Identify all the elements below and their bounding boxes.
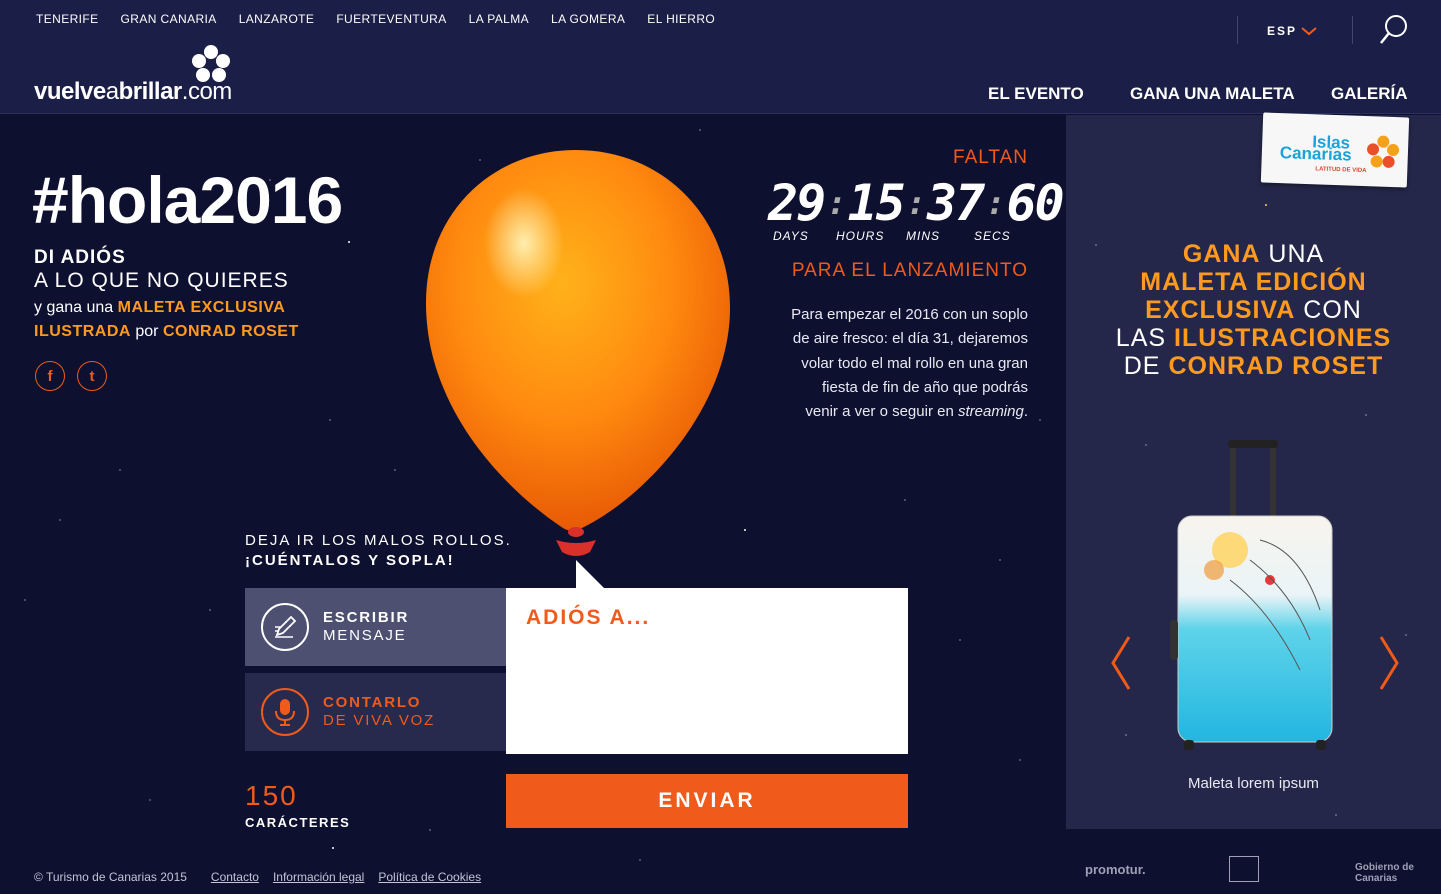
island-link-gran-canaria[interactable]: GRAN CANARIA bbox=[121, 12, 217, 26]
footer-link-legal[interactable]: Información legal bbox=[273, 870, 364, 884]
twitter-icon[interactable]: t bbox=[77, 361, 107, 391]
mins-label: MINS bbox=[906, 229, 940, 243]
form-subheading: ¡CUÉNTALOS Y SOPLA! bbox=[245, 552, 455, 569]
promotur-logo: promotur. bbox=[1085, 862, 1146, 877]
prize-panel: Islas Canarias LATITUD DE VIDA GANA UNA … bbox=[1066, 112, 1441, 829]
carousel-next-icon[interactable] bbox=[1378, 635, 1400, 704]
language-label: ESP bbox=[1267, 24, 1298, 38]
countdown-heading: FALTAN bbox=[953, 147, 1028, 168]
canarias-sun-icon bbox=[1367, 135, 1400, 168]
divider bbox=[1352, 16, 1353, 44]
character-count: 150 bbox=[245, 780, 298, 811]
eu-flag-icon bbox=[1229, 856, 1259, 882]
chevron-down-icon bbox=[1301, 27, 1317, 36]
days-label: DAYS bbox=[773, 229, 809, 243]
send-button[interactable]: ENVIAR bbox=[506, 774, 908, 828]
nav-gana-una-maleta[interactable]: GANA UNA MALETA bbox=[1130, 84, 1295, 104]
gobierno-canarias-logo: Gobierno de Canarias bbox=[1355, 862, 1414, 884]
island-link-el-hierro[interactable]: EL HIERRO bbox=[647, 12, 715, 26]
copyright-text: © Turismo de Canarias 2015 bbox=[34, 870, 187, 884]
hero-line-2: A LO QUE NO QUIERES bbox=[34, 269, 289, 292]
form-heading: DEJA IR LOS MALOS ROLLOS. bbox=[245, 532, 512, 549]
suitcase-caption: Maleta lorem ipsum bbox=[1188, 775, 1319, 792]
voice-message-option[interactable]: CONTARLO DE VIVA VOZ bbox=[245, 673, 506, 751]
language-selector[interactable]: ESP bbox=[1267, 24, 1317, 38]
balloon-illustration bbox=[426, 150, 730, 556]
site-footer: © Turismo de Canarias 2015 Contacto Info… bbox=[34, 870, 481, 884]
character-count-label: CARÁCTERES bbox=[245, 815, 351, 830]
island-link-tenerife[interactable]: TENERIFE bbox=[36, 12, 99, 26]
nav-galeria[interactable]: GALERÍA bbox=[1331, 84, 1408, 104]
microphone-icon bbox=[261, 688, 309, 736]
carousel-prev-icon[interactable] bbox=[1110, 635, 1132, 704]
site-header: TENERIFE GRAN CANARIA LANZAROTE FUERTEVE… bbox=[0, 0, 1441, 114]
island-link-la-palma[interactable]: LA PALMA bbox=[469, 12, 529, 26]
pen-icon bbox=[261, 603, 309, 651]
island-link-fuerteventura[interactable]: FUERTEVENTURA bbox=[336, 12, 446, 26]
footer-link-contacto[interactable]: Contacto bbox=[211, 870, 259, 884]
island-link-la-gomera[interactable]: LA GOMERA bbox=[551, 12, 625, 26]
islands-nav: TENERIFE GRAN CANARIA LANZAROTE FUERTEVE… bbox=[36, 12, 715, 26]
nav-el-evento[interactable]: EL EVENTO bbox=[988, 84, 1084, 104]
write-message-option[interactable]: ESCRIBIR MENSAJE bbox=[245, 588, 506, 666]
island-link-lanzarote[interactable]: LANZAROTE bbox=[239, 12, 315, 26]
countdown-days: 29 bbox=[768, 174, 826, 232]
countdown-hours: 15 bbox=[847, 174, 905, 232]
islas-canarias-badge[interactable]: Islas Canarias LATITUD DE VIDA bbox=[1260, 112, 1410, 188]
search-icon[interactable] bbox=[1378, 14, 1408, 46]
countdown-secs: 60 bbox=[1006, 174, 1064, 232]
countdown-subheading: PARA EL LANZAMIENTO bbox=[791, 260, 1028, 281]
footer-link-cookies[interactable]: Política de Cookies bbox=[378, 870, 481, 884]
hours-label: HOURS bbox=[836, 229, 885, 243]
secs-label: SECS bbox=[974, 229, 1011, 243]
divider bbox=[1237, 16, 1238, 44]
write-message-label: ESCRIBIR MENSAJE bbox=[323, 609, 410, 644]
event-description: Para empezar el 2016 con un soplo de air… bbox=[791, 306, 1028, 421]
hero-line-1: DI ADIÓS bbox=[34, 247, 126, 268]
message-input[interactable] bbox=[506, 588, 908, 754]
facebook-icon[interactable]: f bbox=[35, 361, 65, 391]
countdown-timer: 29 : 15 : 37 : 60 bbox=[768, 174, 1065, 232]
hero-hashtag: #hola2016 bbox=[32, 163, 343, 237]
suitcase-image bbox=[1170, 440, 1333, 750]
voice-message-label: CONTARLO DE VIVA VOZ bbox=[323, 694, 436, 729]
countdown-mins: 37 bbox=[926, 174, 985, 232]
speech-pointer bbox=[576, 560, 606, 590]
logo-text: vuelveabrillar.com bbox=[34, 78, 232, 105]
prize-headline: GANA UNA MALETA EDICIÓN EXCLUSIVA CON LA… bbox=[1115, 240, 1392, 380]
hero-prize-text: y gana una MALETA EXCLUSIVA ILUSTRADA po… bbox=[34, 299, 299, 340]
